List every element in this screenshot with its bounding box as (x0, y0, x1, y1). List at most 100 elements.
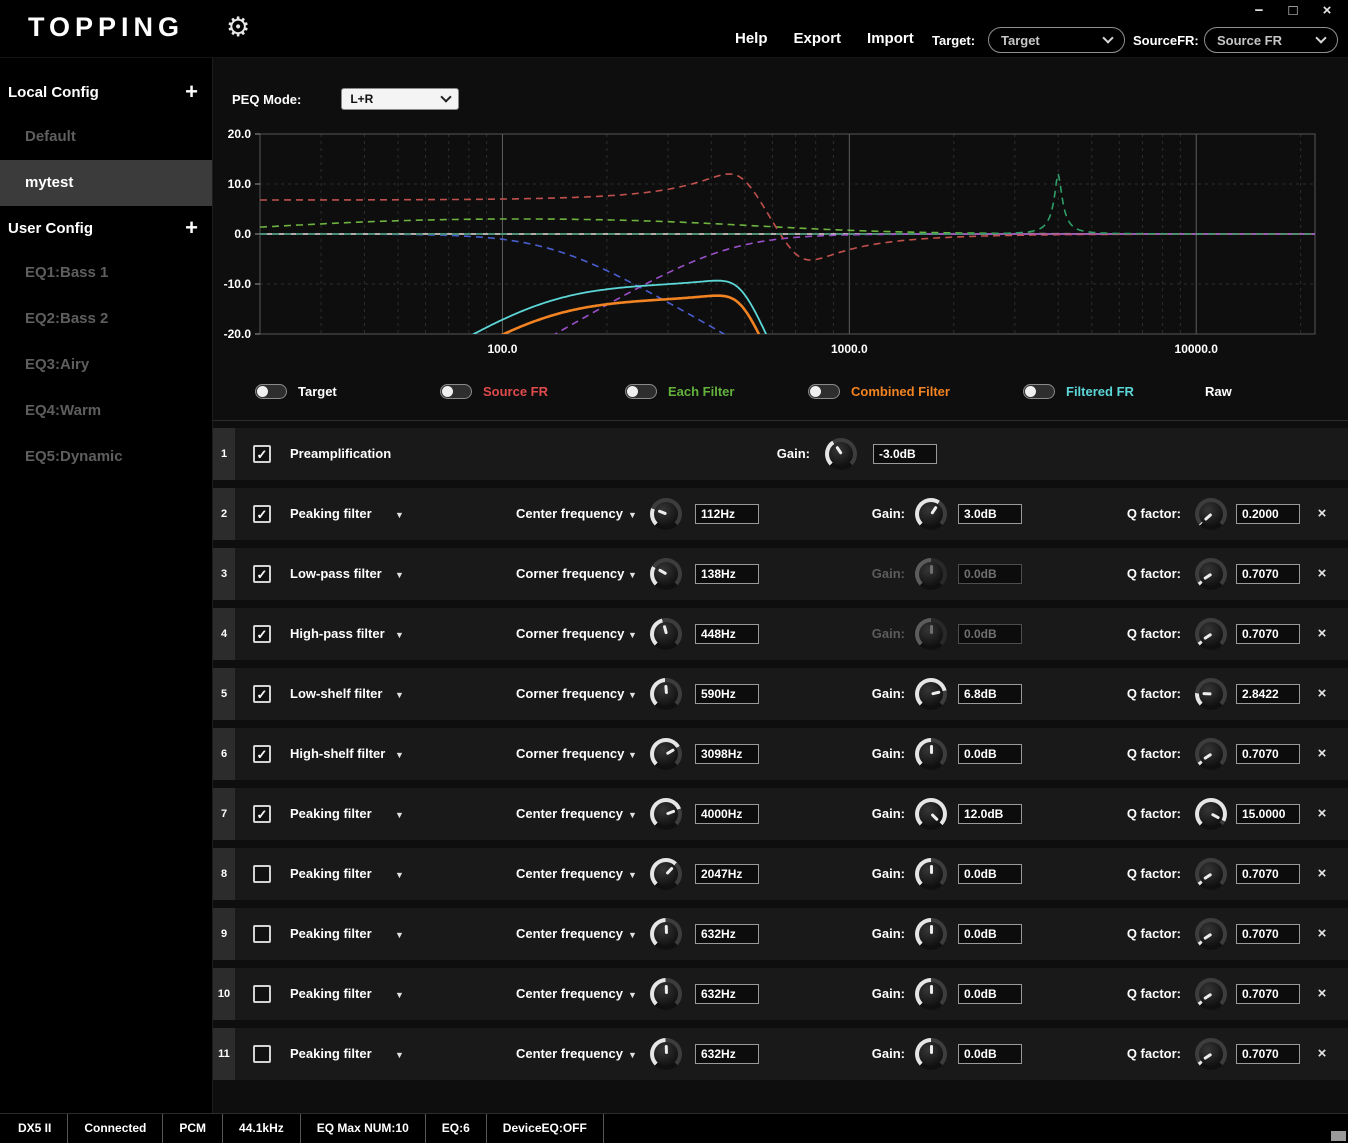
sidebar-item-eq1-bass-1[interactable]: EQ1:Bass 1 (0, 250, 212, 296)
gain-value[interactable]: 12.0dB (958, 804, 1022, 824)
remove-filter-button[interactable]: × (1311, 488, 1333, 540)
filter-enable-checkbox[interactable]: ✓ (253, 445, 271, 463)
frequency-value[interactable]: 112Hz (695, 504, 759, 524)
frequency-dropdown-icon[interactable]: ▼ (628, 1050, 637, 1060)
gain-value[interactable]: 0.0dB (958, 1044, 1022, 1064)
frequency-knob[interactable] (650, 1038, 682, 1070)
filter-type-dropdown-icon[interactable]: ▼ (395, 990, 404, 1000)
filter-enable-checkbox[interactable]: ✓ (253, 805, 271, 823)
frequency-dropdown-icon[interactable]: ▼ (628, 630, 637, 640)
filter-type-dropdown-icon[interactable]: ▼ (395, 750, 404, 760)
close-button[interactable]: × (1318, 2, 1336, 19)
q-factor-value[interactable]: 15.0000 (1236, 804, 1300, 824)
gain-value[interactable]: 0.0dB (958, 984, 1022, 1004)
resize-grip[interactable] (1331, 1131, 1346, 1141)
filter-enable-checkbox[interactable]: ✓ (253, 685, 271, 703)
q-factor-value[interactable]: 0.2000 (1236, 504, 1300, 524)
q-factor-knob[interactable] (1195, 918, 1227, 950)
frequency-knob[interactable] (650, 498, 682, 530)
gain-value[interactable]: 3.0dB (958, 504, 1022, 524)
q-factor-knob[interactable] (1195, 1038, 1227, 1070)
target-dropdown[interactable]: Target (988, 27, 1125, 53)
q-factor-value[interactable]: 2.8422 (1236, 684, 1300, 704)
filtered-fr-toggle[interactable] (1023, 383, 1055, 399)
settings-gear-icon[interactable]: ⚙ (226, 12, 250, 43)
remove-filter-button[interactable]: × (1311, 788, 1333, 840)
q-factor-knob[interactable] (1195, 618, 1227, 650)
remove-filter-button[interactable]: × (1311, 968, 1333, 1020)
frequency-knob[interactable] (650, 618, 682, 650)
menu-import[interactable]: Import (867, 30, 914, 47)
add-config-button[interactable]: + (185, 81, 198, 103)
q-factor-value[interactable]: 0.7070 (1236, 924, 1300, 944)
q-factor-value[interactable]: 0.7070 (1236, 564, 1300, 584)
frequency-knob[interactable] (650, 738, 682, 770)
q-factor-value[interactable]: 0.7070 (1236, 744, 1300, 764)
frequency-dropdown-icon[interactable]: ▼ (628, 990, 637, 1000)
sidebar-item-eq3-airy[interactable]: EQ3:Airy (0, 342, 212, 388)
frequency-dropdown-icon[interactable]: ▼ (628, 510, 637, 520)
frequency-value[interactable]: 138Hz (695, 564, 759, 584)
filter-enable-checkbox[interactable]: ✓ (253, 505, 271, 523)
q-factor-value[interactable]: 0.7070 (1236, 624, 1300, 644)
filter-type-dropdown-icon[interactable]: ▼ (395, 510, 404, 520)
sidebar-item-default[interactable]: Default (0, 114, 212, 160)
frequency-value[interactable]: 448Hz (695, 624, 759, 644)
frequency-knob[interactable] (650, 678, 682, 710)
frequency-dropdown-icon[interactable]: ▼ (628, 570, 637, 580)
frequency-value[interactable]: 2047Hz (695, 864, 759, 884)
remove-filter-button[interactable]: × (1311, 908, 1333, 960)
gain-knob[interactable] (915, 618, 947, 650)
frequency-knob[interactable] (650, 918, 682, 950)
remove-filter-button[interactable]: × (1311, 548, 1333, 600)
gain-value[interactable]: 0.0dB (958, 564, 1022, 584)
source-fr-toggle[interactable] (440, 383, 472, 399)
menu-help[interactable]: Help (735, 30, 768, 47)
q-factor-knob[interactable] (1195, 798, 1227, 830)
remove-filter-button[interactable]: × (1311, 848, 1333, 900)
gain-knob[interactable] (915, 558, 947, 590)
remove-filter-button[interactable]: × (1311, 728, 1333, 780)
frequency-knob[interactable] (650, 978, 682, 1010)
maximize-button[interactable]: □ (1284, 2, 1302, 19)
frequency-dropdown-icon[interactable]: ▼ (628, 870, 637, 880)
remove-filter-button[interactable]: × (1311, 608, 1333, 660)
q-factor-knob[interactable] (1195, 558, 1227, 590)
filter-enable-checkbox[interactable] (253, 1045, 271, 1063)
frequency-knob[interactable] (650, 558, 682, 590)
q-factor-knob[interactable] (1195, 498, 1227, 530)
gain-value[interactable]: 0.0dB (958, 864, 1022, 884)
gain-value[interactable]: 0.0dB (958, 744, 1022, 764)
gain-value[interactable]: 0.0dB (958, 924, 1022, 944)
frequency-value[interactable]: 632Hz (695, 1044, 759, 1064)
filter-type-dropdown-icon[interactable]: ▼ (395, 810, 404, 820)
remove-filter-button[interactable]: × (1311, 668, 1333, 720)
filter-type-dropdown-icon[interactable]: ▼ (395, 630, 404, 640)
gain-knob[interactable] (915, 738, 947, 770)
frequency-dropdown-icon[interactable]: ▼ (628, 750, 637, 760)
frequency-value[interactable]: 590Hz (695, 684, 759, 704)
q-factor-knob[interactable] (1195, 738, 1227, 770)
q-factor-knob[interactable] (1195, 678, 1227, 710)
frequency-knob[interactable] (650, 798, 682, 830)
frequency-dropdown-icon[interactable]: ▼ (628, 690, 637, 700)
filter-enable-checkbox[interactable]: ✓ (253, 565, 271, 583)
gain-knob[interactable] (825, 438, 857, 470)
q-factor-knob[interactable] (1195, 858, 1227, 890)
remove-filter-button[interactable]: × (1311, 1028, 1333, 1080)
gain-knob[interactable] (915, 678, 947, 710)
sidebar-item-mytest[interactable]: mytest (0, 160, 212, 206)
sourcefr-dropdown[interactable]: Source FR (1204, 27, 1338, 53)
gain-knob[interactable] (915, 1038, 947, 1070)
filter-type-dropdown-icon[interactable]: ▼ (395, 870, 404, 880)
filter-enable-checkbox[interactable] (253, 925, 271, 943)
minimize-button[interactable]: − (1250, 2, 1268, 19)
gain-value[interactable]: 6.8dB (958, 684, 1022, 704)
filter-enable-checkbox[interactable] (253, 985, 271, 1003)
q-factor-knob[interactable] (1195, 978, 1227, 1010)
menu-export[interactable]: Export (794, 30, 842, 47)
gain-knob[interactable] (915, 858, 947, 890)
combined-filter-toggle[interactable] (808, 383, 840, 399)
frequency-value[interactable]: 3098Hz (695, 744, 759, 764)
each-filter-toggle[interactable] (625, 383, 657, 399)
